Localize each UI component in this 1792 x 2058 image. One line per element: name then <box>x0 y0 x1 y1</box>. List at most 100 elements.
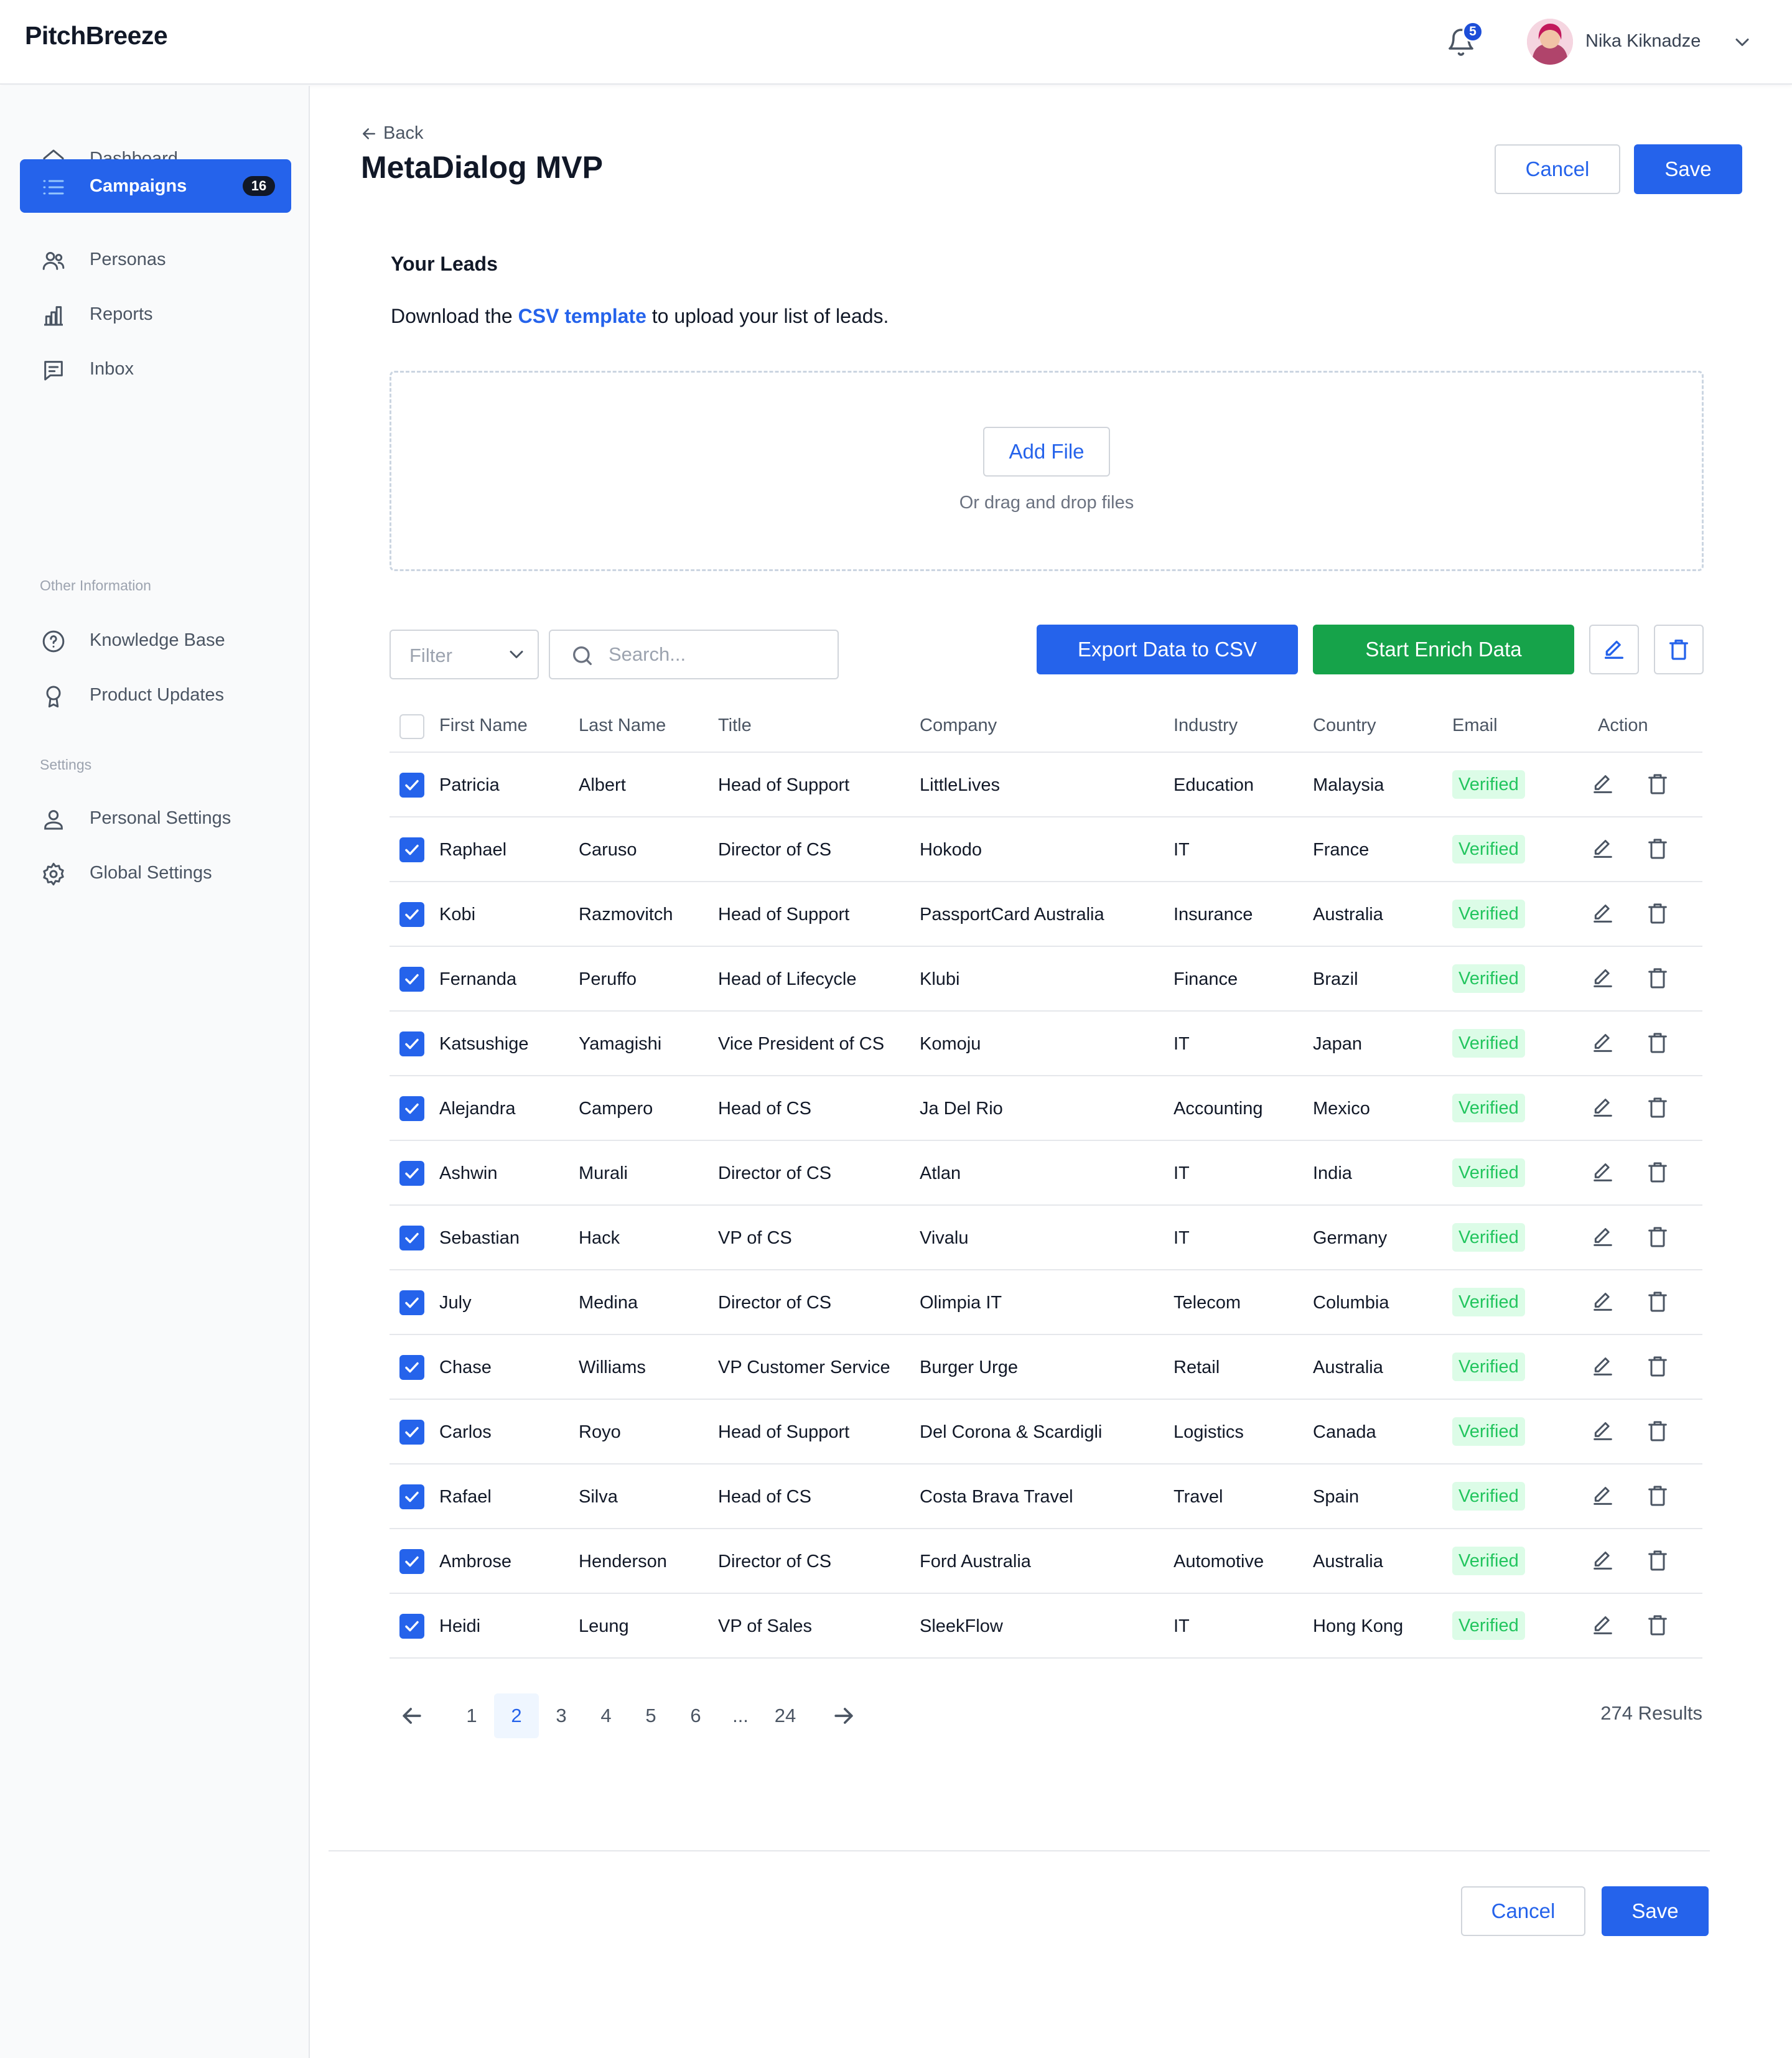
table-row[interactable]: Alejandra Campero Head of CS Ja Del Rio Acco… <box>390 1076 1702 1141</box>
arrow-left-icon[interactable] <box>398 1702 426 1730</box>
edit-icon[interactable] <box>1590 1548 1615 1573</box>
footer-save-button[interactable]: Save <box>1602 1886 1709 1936</box>
trash-icon[interactable] <box>1645 1030 1670 1055</box>
start-enrich-data-button[interactable]: Start Enrich Data <box>1313 625 1574 674</box>
table-row[interactable]: Patricia Albert Head of Support LittleLives… <box>390 753 1702 817</box>
row-checkbox[interactable] <box>399 1096 424 1121</box>
trash-icon[interactable] <box>1645 1354 1670 1379</box>
row-checkbox[interactable] <box>399 1614 424 1639</box>
row-checkbox[interactable] <box>399 1161 424 1186</box>
row-checkbox[interactable] <box>399 1226 424 1250</box>
add-file-button[interactable]: Add File <box>983 427 1110 477</box>
edit-icon[interactable] <box>1590 966 1615 990</box>
chevron-down-icon[interactable] <box>1731 31 1753 54</box>
cancel-button[interactable]: Cancel <box>1495 144 1620 194</box>
page-number[interactable]: 2 <box>494 1693 539 1738</box>
edit-icon[interactable] <box>1590 901 1615 926</box>
sidebar-item-personas[interactable]: Personas <box>20 233 291 286</box>
column-header[interactable]: Industry <box>1174 715 1238 736</box>
trash-icon[interactable] <box>1645 771 1670 796</box>
page-number[interactable]: 5 <box>628 1693 673 1738</box>
trash-icon[interactable] <box>1645 1160 1670 1185</box>
row-checkbox[interactable] <box>399 1355 424 1380</box>
trash-icon[interactable] <box>1645 1224 1670 1249</box>
back-link[interactable]: Back <box>360 123 423 144</box>
trash-icon[interactable] <box>1645 966 1670 990</box>
row-checkbox[interactable] <box>399 837 424 862</box>
arrow-right-icon[interactable] <box>830 1702 857 1730</box>
table-row[interactable]: Katsushige Yamagishi Vice President of CS K… <box>390 1012 1702 1076</box>
edit-icon[interactable] <box>1590 1160 1615 1185</box>
export-csv-button[interactable]: Export Data to CSV <box>1037 625 1298 674</box>
csv-template-link[interactable]: CSV template <box>518 305 646 327</box>
column-header[interactable]: First Name <box>439 715 528 736</box>
table-row[interactable]: Carlos Royo Head of Support Del Corona & Sc… <box>390 1400 1702 1464</box>
edit-icon[interactable] <box>1590 1095 1615 1120</box>
row-checkbox[interactable] <box>399 967 424 992</box>
trash-icon[interactable] <box>1645 1289 1670 1314</box>
edit-icon[interactable] <box>1590 1418 1615 1443</box>
table-row[interactable]: Ashwin Murali Director of CS Atlan IT India Ve… <box>390 1141 1702 1206</box>
edit-icon[interactable] <box>1590 1354 1615 1379</box>
select-all-checkbox[interactable] <box>399 714 424 739</box>
table-row[interactable]: Sebastian Hack VP of CS Vivalu IT Germany Veri… <box>390 1206 1702 1270</box>
column-header[interactable]: Last Name <box>579 715 666 736</box>
trash-icon[interactable] <box>1645 1483 1670 1508</box>
trash-icon[interactable] <box>1645 836 1670 861</box>
edit-icon[interactable] <box>1590 771 1615 796</box>
table-row[interactable]: July Medina Director of CS Olimpia IT Teleco… <box>390 1270 1702 1335</box>
row-checkbox[interactable] <box>399 1290 424 1315</box>
footer-cancel-button[interactable]: Cancel <box>1461 1886 1585 1936</box>
column-header[interactable]: Email <box>1452 715 1498 736</box>
filter-dropdown[interactable]: Filter <box>390 630 539 679</box>
table-row[interactable]: Fernanda Peruffo Head of Lifecycle Klubi Fin… <box>390 947 1702 1012</box>
edit-icon[interactable] <box>1590 1030 1615 1055</box>
edit-icon[interactable] <box>1590 1289 1615 1314</box>
table-row[interactable]: Ambrose Henderson Director of CS Ford Austr… <box>390 1529 1702 1594</box>
sidebar-item-global-settings[interactable]: Global Settings <box>20 846 291 900</box>
search-input[interactable] <box>609 640 820 669</box>
table-row[interactable]: Kobi Razmovitch Head of Support PassportCar… <box>390 882 1702 947</box>
row-checkbox[interactable] <box>399 902 424 927</box>
trash-icon[interactable] <box>1645 1418 1670 1443</box>
row-checkbox[interactable] <box>399 773 424 798</box>
sidebar-item-knowledge-base[interactable]: Knowledge Base <box>20 613 291 667</box>
sidebar-item-product-updates[interactable]: Product Updates <box>20 668 291 722</box>
sidebar-item-personal-settings[interactable]: Personal Settings <box>20 791 291 845</box>
user-name[interactable]: Nika Kiknadze <box>1585 31 1701 52</box>
page-number[interactable]: 4 <box>584 1693 628 1738</box>
save-button[interactable]: Save <box>1634 144 1742 194</box>
row-checkbox[interactable] <box>399 1549 424 1574</box>
row-checkbox[interactable] <box>399 1031 424 1056</box>
edit-icon[interactable] <box>1590 1613 1615 1637</box>
column-header[interactable]: Title <box>718 715 752 736</box>
row-checkbox[interactable] <box>399 1484 424 1509</box>
trash-icon[interactable] <box>1645 1095 1670 1120</box>
sidebar-item-campaigns[interactable]: Campaigns 16 <box>20 159 291 213</box>
edit-icon[interactable] <box>1590 1224 1615 1249</box>
app-logo[interactable]: PitchBreeze <box>25 21 168 50</box>
page-number[interactable]: 6 <box>673 1693 718 1738</box>
row-checkbox[interactable] <box>399 1420 424 1445</box>
sidebar-item-inbox[interactable]: Inbox <box>20 342 291 396</box>
edit-icon[interactable] <box>1590 836 1615 861</box>
trash-icon[interactable] <box>1645 901 1670 926</box>
table-row[interactable]: Chase Williams VP Customer Service Burger U… <box>390 1335 1702 1400</box>
page-number[interactable]: 1 <box>449 1693 494 1738</box>
trash-icon[interactable] <box>1645 1613 1670 1637</box>
edit-icon[interactable] <box>1590 1483 1615 1508</box>
table-row[interactable]: Heidi Leung VP of Sales SleekFlow IT Hong Kon… <box>390 1594 1702 1659</box>
search-box[interactable] <box>549 630 839 679</box>
page-number[interactable]: 3 <box>539 1693 584 1738</box>
sidebar-item-label: Knowledge Base <box>90 630 225 650</box>
column-header[interactable]: Country <box>1313 715 1376 736</box>
bulk-delete-button[interactable] <box>1654 625 1704 674</box>
table-row[interactable]: Raphael Caruso Director of CS Hokodo IT Franc… <box>390 817 1702 882</box>
trash-icon[interactable] <box>1645 1548 1670 1573</box>
avatar[interactable] <box>1527 19 1573 65</box>
table-row[interactable]: Rafael Silva Head of CS Costa Brava Travel T… <box>390 1464 1702 1529</box>
sidebar-item-reports[interactable]: Reports <box>20 287 291 341</box>
page-number[interactable]: 24 <box>763 1693 808 1738</box>
bulk-edit-button[interactable] <box>1589 625 1639 674</box>
column-header[interactable]: Company <box>920 715 997 736</box>
